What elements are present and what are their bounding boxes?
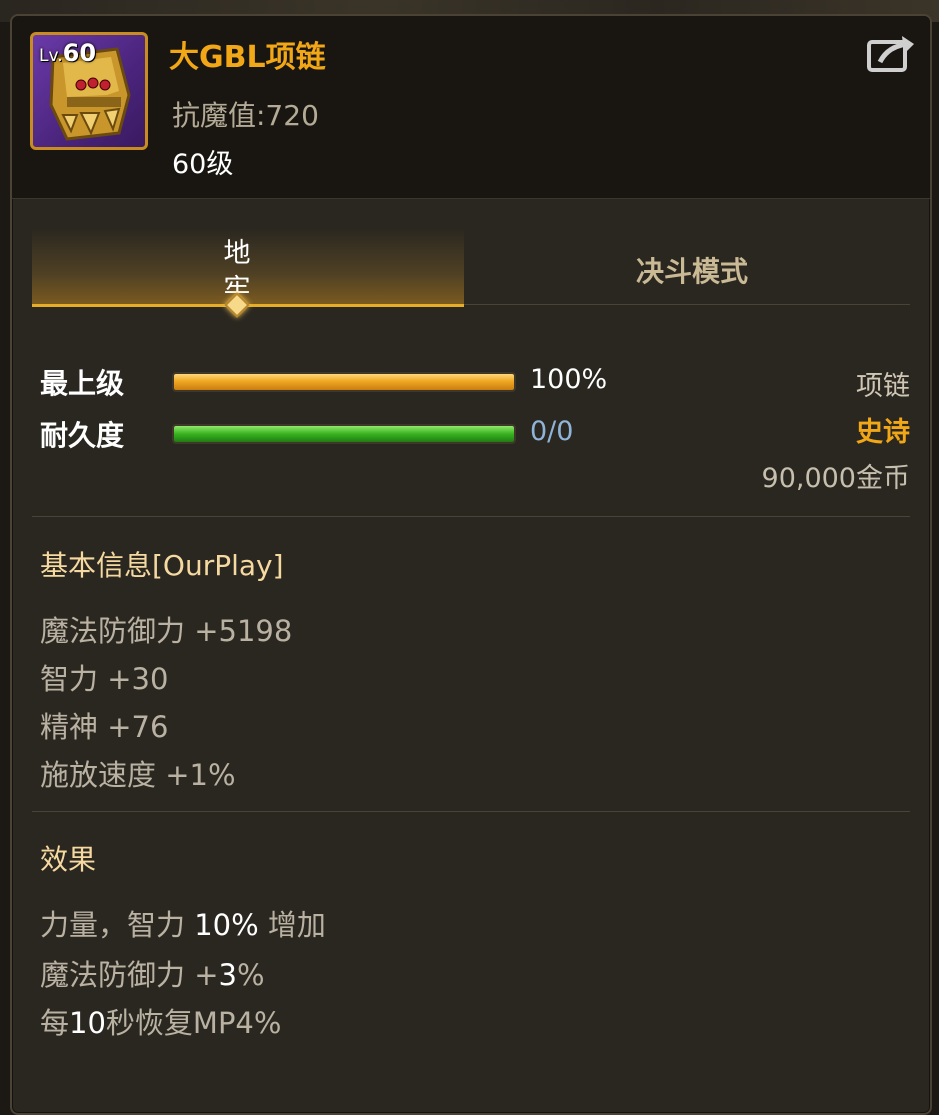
mode-tabs: 地牢 决斗模式 [32, 228, 910, 318]
grade-bar-fill [174, 374, 514, 390]
tab-duel-mode-label: 决斗模式 [635, 255, 748, 288]
item-type: 项链 [856, 371, 910, 402]
durability-bar-fill [174, 426, 514, 442]
item-tooltip-panel: Lv.60 大GBL项链 抗魔值:720 60级 地牢 决斗模式 最上级 100… [10, 14, 932, 1115]
effects-title: 效果 [40, 843, 97, 876]
item-level-badge: Lv.60 [39, 39, 97, 67]
item-name: 大GBL项链 [169, 40, 326, 75]
share-icon[interactable] [866, 34, 916, 74]
item-header: Lv.60 大GBL项链 抗魔值:720 60级 [12, 16, 930, 199]
effect-line: 魔法防御力 +3% [40, 958, 265, 992]
effect-line: 力量，智力 10% 增加 [40, 908, 326, 942]
basic-info-title: 基本信息[OurPlay] [40, 549, 284, 582]
effect-line: 每10秒恢复MP4% [40, 1006, 282, 1040]
grade-value: 100% [530, 364, 608, 395]
item-level-number: 60 [62, 39, 97, 67]
grade-bar [172, 372, 516, 392]
durability-bar [172, 424, 516, 444]
level-requirement: 60级 [172, 149, 234, 180]
stat-line: 施放速度 +1% [40, 758, 236, 792]
durability-label: 耐久度 [40, 419, 125, 452]
stat-line: 精神 +76 [40, 710, 169, 744]
divider-2 [32, 811, 910, 812]
grade-label: 最上级 [40, 367, 125, 400]
item-price: 90,000金币 [761, 463, 910, 494]
item-rarity: 史诗 [856, 417, 910, 448]
tab-dungeon[interactable]: 地牢 [32, 228, 464, 318]
durability-value: 0/0 [530, 416, 574, 447]
tab-duel-mode[interactable]: 决斗模式 [464, 228, 910, 305]
stat-line: 智力 +30 [40, 662, 169, 696]
stat-line: 魔法防御力 +5198 [40, 614, 293, 648]
item-icon-frame: Lv.60 [30, 32, 148, 150]
divider-1 [32, 516, 910, 517]
magic-resistance: 抗魔值:720 [172, 99, 319, 132]
